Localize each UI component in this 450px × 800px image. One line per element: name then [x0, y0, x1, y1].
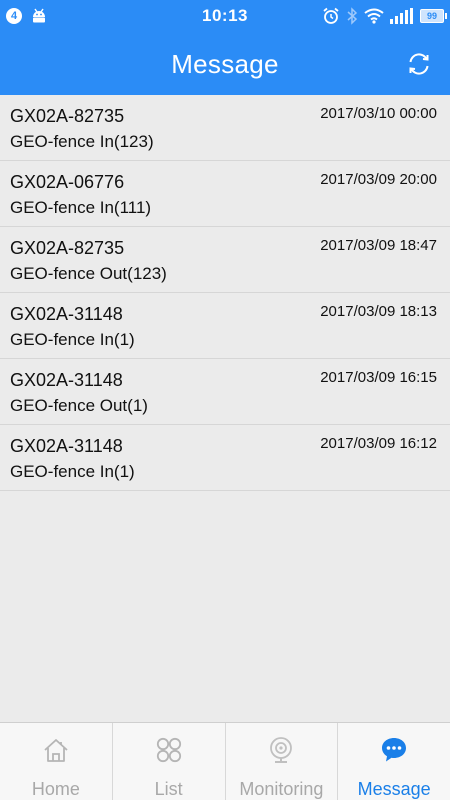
- app-screen: 4 10:13 99 Message GX02A-82735 GEO-fence…: [0, 0, 450, 800]
- message-device-id: GX02A-82735: [10, 238, 125, 258]
- message-event: GEO-fence In(111): [10, 198, 152, 217]
- message-timestamp: 2017/03/09 20:00: [320, 171, 437, 188]
- tab-monitoring[interactable]: Monitoring: [226, 723, 339, 800]
- bluetooth-icon: [347, 7, 358, 25]
- tab-list[interactable]: List: [113, 723, 226, 800]
- status-icons: 99: [322, 6, 447, 26]
- home-icon: [44, 739, 68, 762]
- message-item[interactable]: GX02A-31148 GEO-fence In(1) 2017/03/09 1…: [0, 425, 450, 491]
- message-item[interactable]: GX02A-31148 GEO-fence Out(1) 2017/03/09 …: [0, 359, 450, 425]
- message-event: GEO-fence In(1): [10, 462, 135, 481]
- message-timestamp: 2017/03/10 00:00: [320, 105, 437, 122]
- message-item[interactable]: GX02A-31148 GEO-fence In(1) 2017/03/09 1…: [0, 293, 450, 359]
- message-timestamp: 2017/03/09 18:13: [320, 303, 437, 320]
- message-event: GEO-fence Out(1): [10, 396, 148, 415]
- message-device-id: GX02A-31148: [10, 436, 123, 456]
- message-device-id: GX02A-31148: [10, 370, 123, 390]
- message-item[interactable]: GX02A-06776 GEO-fence In(111) 2017/03/09…: [0, 161, 450, 227]
- message-timestamp: 2017/03/09 16:15: [320, 369, 437, 386]
- message-timestamp: 2017/03/09 18:47: [320, 237, 437, 254]
- tab-message-label: Message: [357, 779, 431, 799]
- message-timestamp: 2017/03/09 16:12: [320, 435, 437, 452]
- page-title: Message: [171, 49, 279, 79]
- alarm-icon: [323, 7, 339, 24]
- camera-icon: [270, 737, 293, 763]
- tab-list-label: List: [154, 779, 183, 799]
- message-device-id: GX02A-06776: [10, 172, 125, 192]
- battery-icon: 99: [420, 9, 447, 23]
- grid-icon: [156, 737, 181, 763]
- status-bar: 4 10:13 99: [0, 0, 450, 32]
- message-event: GEO-fence Out(123): [10, 264, 167, 283]
- message-list: GX02A-82735 GEO-fence In(123) 2017/03/10…: [0, 95, 450, 491]
- wifi-icon: [364, 8, 384, 24]
- app-header: Message: [0, 32, 450, 95]
- tab-monitoring-label: Monitoring: [239, 779, 324, 799]
- message-event: GEO-fence In(1): [10, 330, 135, 349]
- message-item[interactable]: GX02A-82735 GEO-fence In(123) 2017/03/10…: [0, 95, 450, 161]
- chat-bubble-icon: [382, 738, 407, 762]
- signal-icon: [390, 8, 413, 24]
- bottom-tab-bar: Home List Monitoring Message: [0, 722, 450, 800]
- tab-message[interactable]: Message: [338, 723, 450, 800]
- message-event: GEO-fence In(123): [10, 132, 154, 151]
- tab-home-label: Home: [31, 779, 80, 799]
- message-device-id: GX02A-31148: [10, 304, 123, 324]
- tab-home[interactable]: Home: [0, 723, 113, 800]
- refresh-icon[interactable]: [406, 51, 432, 77]
- message-device-id: GX02A-82735: [10, 106, 125, 126]
- message-item[interactable]: GX02A-82735 GEO-fence Out(123) 2017/03/0…: [0, 227, 450, 293]
